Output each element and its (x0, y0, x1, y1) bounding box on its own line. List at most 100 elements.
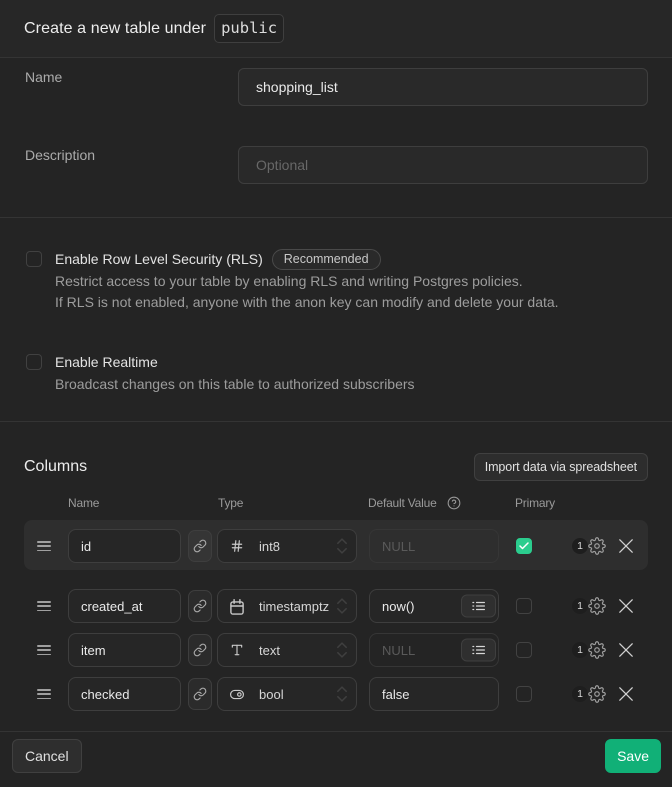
column-name-input[interactable] (68, 677, 181, 711)
column-settings-button[interactable]: 1 (572, 536, 606, 556)
foreign-key-link-button[interactable] (188, 634, 212, 666)
settings-count-badge: 1 (572, 598, 588, 614)
recommended-badge: Recommended (272, 249, 381, 270)
foreign-key-link-button[interactable] (188, 678, 212, 710)
x-icon (619, 687, 633, 701)
foreign-key-link-button[interactable] (188, 530, 212, 562)
help-icon[interactable] (447, 496, 461, 510)
column-type-select[interactable]: text (217, 633, 357, 667)
default-value-suggestions-button[interactable] (461, 595, 496, 618)
column-type-value: bool (259, 687, 336, 702)
dialog-header: Create a new table under public (0, 0, 672, 58)
rls-description-line1: Restrict access to your table by enablin… (55, 271, 559, 291)
column-type-value: int8 (259, 539, 336, 554)
primary-checkbox[interactable] (516, 686, 532, 702)
drag-handle-icon[interactable] (37, 601, 51, 611)
x-icon (619, 539, 633, 553)
rls-toggle-row: Enable Row Level Security (RLS) Recommen… (26, 248, 648, 312)
column-type-value: text (259, 643, 336, 658)
list-icon (472, 600, 485, 613)
primary-checkbox[interactable] (516, 642, 532, 658)
save-button[interactable]: Save (605, 739, 661, 773)
column-settings-button[interactable]: 1 (572, 596, 606, 616)
chevrons-up-down-icon (336, 641, 348, 659)
gear-icon (588, 597, 606, 615)
column-type-select[interactable]: int8 (217, 529, 357, 563)
schema-badge: public (214, 14, 284, 43)
table-name-input[interactable] (238, 68, 648, 106)
remove-column-button[interactable] (619, 687, 633, 701)
column-name-input[interactable] (68, 589, 181, 623)
remove-column-button[interactable] (619, 643, 633, 657)
realtime-label: Enable Realtime (55, 354, 158, 370)
drag-handle-icon[interactable] (37, 541, 51, 551)
realtime-description: Broadcast changes on this table to autho… (55, 374, 415, 394)
toggle-icon (230, 687, 244, 701)
chevrons-up-down-icon (336, 685, 348, 703)
import-data-button[interactable]: Import data via spreadsheet (474, 453, 648, 481)
columns-section: Columns Import data via spreadsheet Name… (0, 422, 672, 731)
link-icon (193, 687, 207, 701)
create-table-dialog: Create a new table under public Name Des… (0, 0, 672, 787)
rls-checkbox[interactable] (26, 251, 42, 267)
header-type: Type (218, 496, 243, 510)
chevrons-up-down-icon (336, 537, 348, 555)
remove-column-button[interactable] (619, 599, 633, 613)
column-type-select[interactable]: bool (217, 677, 357, 711)
column-row: text 1 (0, 628, 672, 672)
columns-title: Columns (24, 458, 87, 476)
column-type-value: timestamptz (259, 599, 336, 614)
column-settings-button[interactable]: 1 (572, 640, 606, 660)
header-name: Name (68, 496, 99, 510)
settings-count-badge: 1 (572, 686, 588, 702)
gear-icon (588, 641, 606, 659)
link-icon (193, 643, 207, 657)
column-name-input[interactable] (68, 529, 181, 563)
drag-handle-icon[interactable] (37, 645, 51, 655)
calendar-icon (230, 599, 244, 613)
hash-icon (230, 539, 244, 553)
basic-info-section: Name Description (0, 58, 672, 218)
primary-checkbox[interactable] (516, 598, 532, 614)
column-default-value-input[interactable] (369, 529, 499, 563)
description-row: Description (24, 146, 648, 184)
cancel-button[interactable]: Cancel (12, 739, 82, 773)
x-icon (619, 643, 633, 657)
description-label: Description (24, 146, 238, 164)
link-icon (193, 539, 207, 553)
dialog-title: Create a new table under (24, 20, 206, 38)
foreign-key-link-button[interactable] (188, 590, 212, 622)
type-icon (230, 643, 244, 657)
gear-icon (588, 537, 606, 555)
name-label: Name (24, 68, 238, 86)
column-row: bool 1 (0, 672, 672, 716)
rls-description-line2: If RLS is not enabled, anyone with the a… (55, 292, 559, 312)
list-icon (472, 644, 485, 657)
columns-grid-header: Name Type Default Value Primary (0, 496, 672, 509)
column-default-value-input[interactable] (369, 677, 499, 711)
chevrons-up-down-icon (336, 597, 348, 615)
realtime-checkbox[interactable] (26, 354, 42, 370)
dialog-footer: Cancel Save (0, 731, 672, 787)
check-icon (518, 540, 530, 552)
rls-label: Enable Row Level Security (RLS) (55, 251, 263, 267)
realtime-toggle-row: Enable Realtime Broadcast changes on thi… (26, 351, 648, 394)
gear-icon (588, 685, 606, 703)
name-row: Name (24, 68, 648, 106)
link-icon (193, 599, 207, 613)
column-row: timestamptz 1 (0, 584, 672, 628)
remove-column-button[interactable] (619, 539, 633, 553)
column-name-input[interactable] (68, 633, 181, 667)
header-default-value: Default Value (368, 496, 437, 510)
column-rows: int8 1 timestamptz 1 text 1 bool 1 (0, 520, 672, 716)
primary-checkbox[interactable] (516, 538, 532, 554)
settings-count-badge: 1 (572, 538, 588, 554)
drag-handle-icon[interactable] (37, 689, 51, 699)
x-icon (619, 599, 633, 613)
options-section: Enable Row Level Security (RLS) Recommen… (0, 218, 672, 422)
default-value-suggestions-button[interactable] (461, 639, 496, 662)
settings-count-badge: 1 (572, 642, 588, 658)
table-description-input[interactable] (238, 146, 648, 184)
column-settings-button[interactable]: 1 (572, 684, 606, 704)
column-type-select[interactable]: timestamptz (217, 589, 357, 623)
